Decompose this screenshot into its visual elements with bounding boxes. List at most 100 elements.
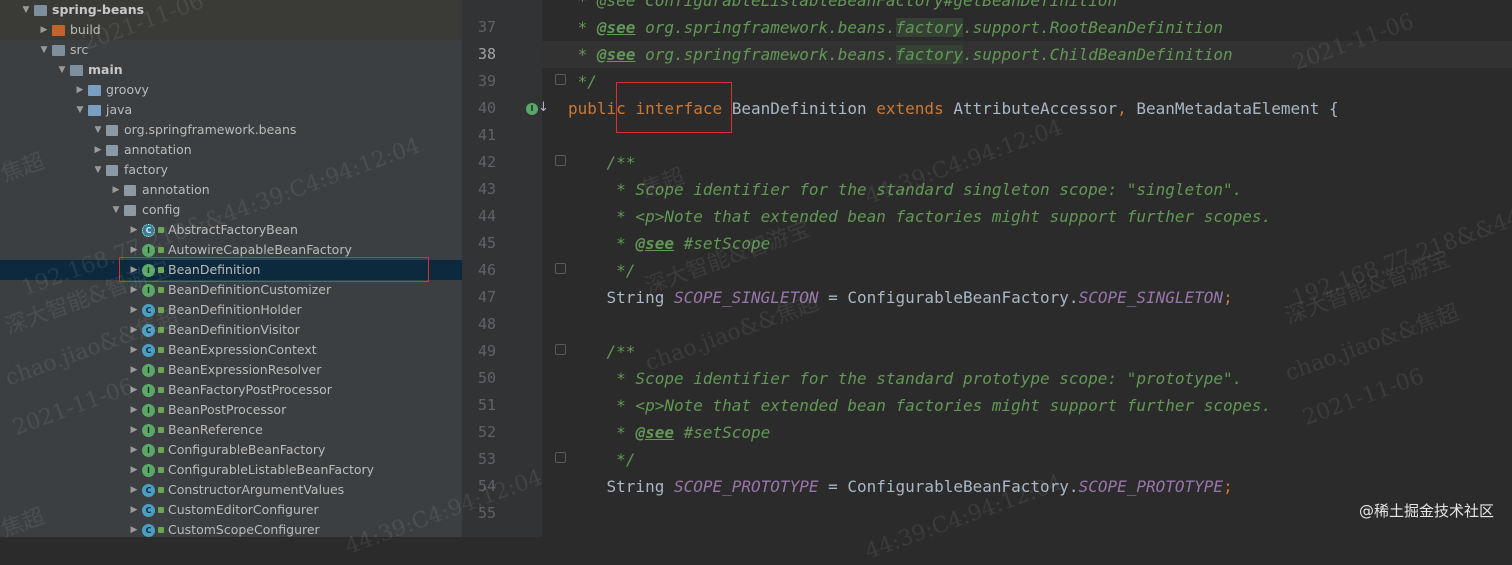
fold-toggle-icon[interactable]: [555, 74, 566, 85]
fold-toggle-icon[interactable]: [555, 344, 566, 355]
tree-item[interactable]: ▶ C AbstractFactoryBean: [0, 220, 462, 240]
line-number: 38: [477, 45, 496, 63]
expand-arrow-right-icon[interactable]: ▶: [128, 360, 140, 380]
expand-arrow-right-icon[interactable]: ▶: [128, 300, 140, 320]
tree-item[interactable]: ▶ I BeanReference: [0, 420, 462, 440]
implemented-by-icon[interactable]: I: [526, 103, 538, 115]
public-access-icon: [158, 527, 164, 533]
line-number: 37: [477, 18, 496, 36]
expand-arrow-right-icon[interactable]: ▶: [128, 400, 140, 420]
expand-arrow-right-icon[interactable]: ▶: [128, 340, 140, 360]
tree-item[interactable]: ▶ I BeanPostProcessor: [0, 400, 462, 420]
tree-item[interactable]: ▶ I ConfigurableBeanFactory: [0, 440, 462, 460]
expand-arrow-down-icon[interactable]: ▼: [92, 160, 104, 180]
tree-item-label: build: [70, 22, 101, 37]
tree-item-label: main: [88, 62, 123, 77]
tree-item[interactable]: ▶ I BeanFactoryPostProcessor: [0, 380, 462, 400]
code-line: * @see org.springframework.beans.factory…: [568, 41, 1233, 68]
fold-toggle-icon[interactable]: [555, 263, 566, 274]
expand-arrow-down-icon[interactable]: ▼: [20, 0, 32, 20]
public-access-icon: [158, 507, 164, 513]
tree-item[interactable]: ▼ spring-beans: [0, 0, 462, 20]
tree-item-label: java: [106, 102, 133, 117]
code-line: * @see #setScope: [568, 419, 770, 446]
tree-item[interactable]: ▶ C CustomEditorConfigurer: [0, 500, 462, 520]
code-token: String: [568, 477, 674, 496]
tree-item[interactable]: ▶ build: [0, 20, 462, 40]
expand-arrow-right-icon[interactable]: ▶: [110, 180, 122, 200]
tree-highlight-box: [119, 257, 429, 282]
code-line: */: [568, 68, 597, 95]
public-access-icon: [158, 467, 164, 473]
line-number: 42: [477, 153, 496, 171]
expand-arrow-down-icon[interactable]: ▼: [92, 120, 104, 140]
line-number: 51: [477, 396, 496, 414]
expand-arrow-down-icon[interactable]: ▼: [38, 40, 50, 60]
code-token: @see: [635, 234, 674, 253]
expand-arrow-right-icon[interactable]: ▶: [128, 380, 140, 400]
expand-arrow-right-icon[interactable]: ▶: [128, 420, 140, 440]
code-line: /**: [568, 338, 636, 365]
tree-item[interactable]: ▶ annotation: [0, 140, 462, 160]
tree-item[interactable]: ▶ C CustomScopeConfigurer: [0, 520, 462, 537]
expand-arrow-right-icon[interactable]: ▶: [92, 140, 104, 160]
line-number: 44: [477, 207, 496, 225]
code-editor[interactable]: 37 * @see org.springframework.beans.fact…: [462, 0, 1512, 537]
expand-arrow-right-icon[interactable]: ▶: [128, 440, 140, 460]
code-token: org.springframework.beans.: [635, 45, 896, 64]
tree-item[interactable]: ▶ I BeanExpressionResolver: [0, 360, 462, 380]
class-icon: C: [142, 304, 155, 317]
tree-item[interactable]: ▶ I ConfigurableListableBeanFactory: [0, 460, 462, 480]
tree-item[interactable]: ▼ main: [0, 60, 462, 80]
expand-arrow-right-icon[interactable]: ▶: [128, 280, 140, 300]
tree-item-label: src: [70, 42, 89, 57]
fold-toggle-icon[interactable]: [555, 155, 566, 166]
code-token: .support.ChildBeanDefinition: [962, 45, 1233, 64]
tree-item-label: spring-beans: [52, 2, 145, 17]
public-access-icon: [158, 407, 164, 413]
code-token: /**: [568, 342, 636, 361]
code-line: * Scope identifier for the standard sing…: [568, 176, 1242, 203]
tree-item-label: annotation: [124, 142, 192, 157]
code-token: ,: [1117, 99, 1137, 118]
expand-arrow-right-icon[interactable]: ▶: [128, 520, 140, 537]
tree-item[interactable]: ▶ C BeanDefinitionVisitor: [0, 320, 462, 340]
implemented-by-arrow-icon[interactable]: ↓: [538, 100, 549, 115]
tree-item[interactable]: ▼ src: [0, 40, 462, 60]
tree-item[interactable]: ▶ C BeanExpressionContext: [0, 340, 462, 360]
code-token: .support.RootBeanDefinition: [962, 18, 1224, 37]
code-token: String: [568, 288, 674, 307]
partial-top-line: * @see ConfigurableListableBeanFactory#g…: [568, 0, 1118, 10]
expand-arrow-right-icon[interactable]: ▶: [74, 80, 86, 100]
tree-item[interactable]: ▶ C BeanDefinitionHolder: [0, 300, 462, 320]
code-token: @see: [596, 18, 636, 37]
expand-arrow-down-icon[interactable]: ▼: [56, 60, 68, 80]
tree-item[interactable]: ▼ config: [0, 200, 462, 220]
code-line: */: [568, 446, 635, 473]
public-access-icon: [158, 227, 164, 233]
code-token: ;: [1223, 288, 1233, 307]
tree-item[interactable]: ▼ org.springframework.beans: [0, 120, 462, 140]
expand-arrow-right-icon[interactable]: ▶: [38, 20, 50, 40]
expand-arrow-right-icon[interactable]: ▶: [128, 480, 140, 500]
package-icon: [124, 205, 136, 216]
class-icon: C: [142, 484, 155, 497]
tree-item[interactable]: ▼ java: [0, 100, 462, 120]
tree-item[interactable]: ▶ annotation: [0, 180, 462, 200]
code-token: extends: [876, 99, 954, 118]
code-token: factory: [895, 45, 963, 64]
fold-toggle-icon[interactable]: [555, 452, 566, 463]
tree-item[interactable]: ▼ factory: [0, 160, 462, 180]
class-icon: C: [142, 324, 155, 337]
expand-arrow-right-icon[interactable]: ▶: [128, 460, 140, 480]
expand-arrow-right-icon[interactable]: ▶: [128, 220, 140, 240]
code-token: @see: [635, 423, 674, 442]
expand-arrow-down-icon[interactable]: ▼: [74, 100, 86, 120]
tree-item[interactable]: ▶ C ConstructorArgumentValues: [0, 480, 462, 500]
expand-arrow-down-icon[interactable]: ▼: [110, 200, 122, 220]
tree-item[interactable]: ▶ I BeanDefinitionCustomizer: [0, 280, 462, 300]
code-token: *: [568, 18, 597, 37]
tree-item[interactable]: ▶ groovy: [0, 80, 462, 100]
expand-arrow-right-icon[interactable]: ▶: [128, 500, 140, 520]
expand-arrow-right-icon[interactable]: ▶: [128, 320, 140, 340]
